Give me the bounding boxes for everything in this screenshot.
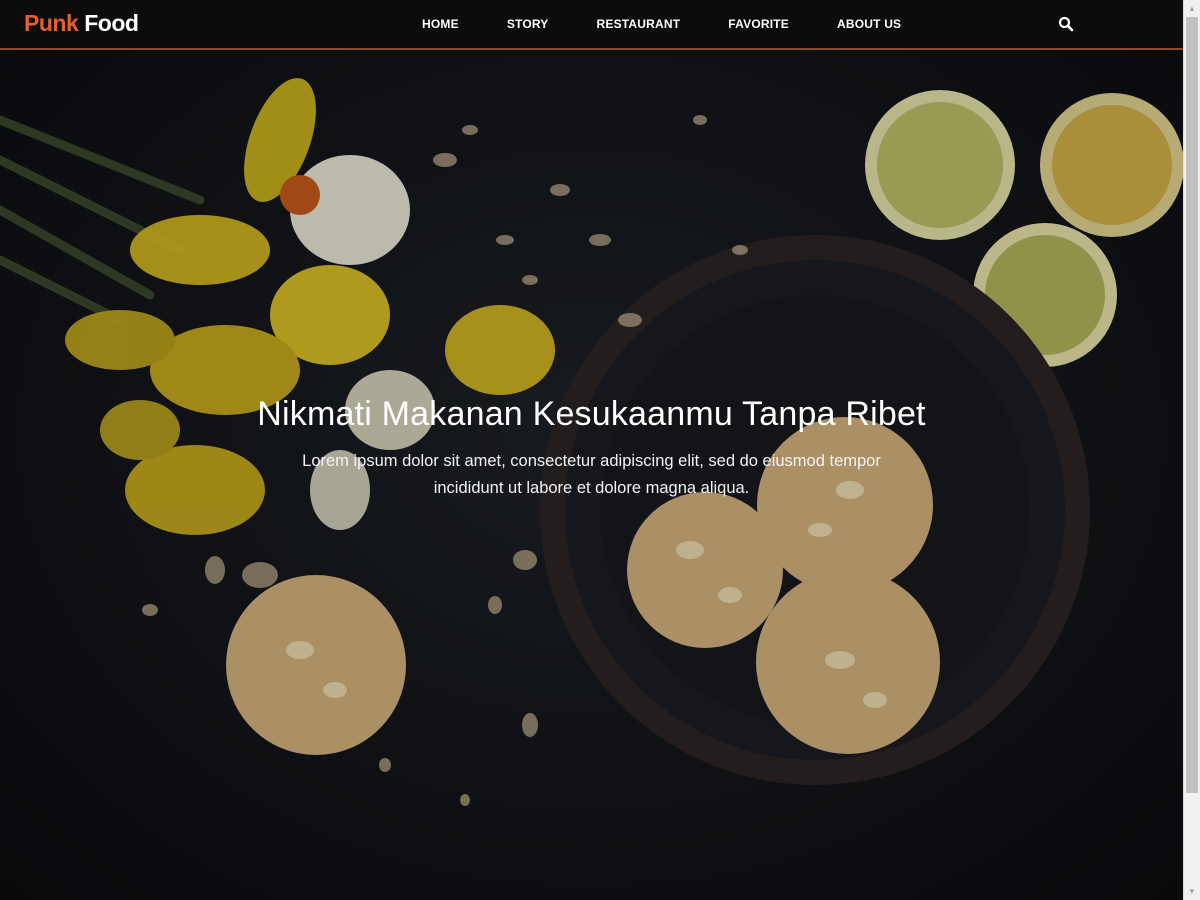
brand-part-punk: Punk bbox=[24, 10, 79, 36]
navbar: Punk Food HOME STORY RESTAURANT FAVORITE … bbox=[0, 0, 1183, 50]
search-icon[interactable] bbox=[1058, 16, 1074, 32]
scroll-down-arrow-icon[interactable]: ▼ bbox=[1184, 883, 1200, 900]
brand-part-food: Food bbox=[84, 10, 139, 36]
nav-home[interactable]: HOME bbox=[398, 17, 483, 31]
page: Punk Food HOME STORY RESTAURANT FAVORITE … bbox=[0, 0, 1183, 900]
scrollbar-thumb[interactable] bbox=[1186, 17, 1198, 793]
brand-logo[interactable]: Punk Food bbox=[24, 10, 139, 37]
hero-subtitle: Lorem ipsum dolor sit amet, consectetur … bbox=[302, 452, 881, 497]
hero-text: Nikmati Makanan Kesukaanmu Tanpa Ribet L… bbox=[0, 395, 1183, 502]
nav-favorite[interactable]: FAVORITE bbox=[704, 17, 813, 31]
hero-title: Nikmati Makanan Kesukaanmu Tanpa Ribet bbox=[257, 395, 926, 433]
nav-restaurant[interactable]: RESTAURANT bbox=[573, 17, 705, 31]
scroll-up-arrow-icon[interactable]: ▲ bbox=[1184, 0, 1200, 17]
page-scrollbar[interactable]: ▲ ▼ bbox=[1183, 0, 1200, 900]
nav-story[interactable]: STORY bbox=[483, 17, 573, 31]
nav-about-us[interactable]: ABOUT US bbox=[813, 17, 925, 31]
hero-section: Nikmati Makanan Kesukaanmu Tanpa Ribet L… bbox=[0, 50, 1183, 900]
main-nav: HOME STORY RESTAURANT FAVORITE ABOUT US bbox=[398, 0, 925, 48]
